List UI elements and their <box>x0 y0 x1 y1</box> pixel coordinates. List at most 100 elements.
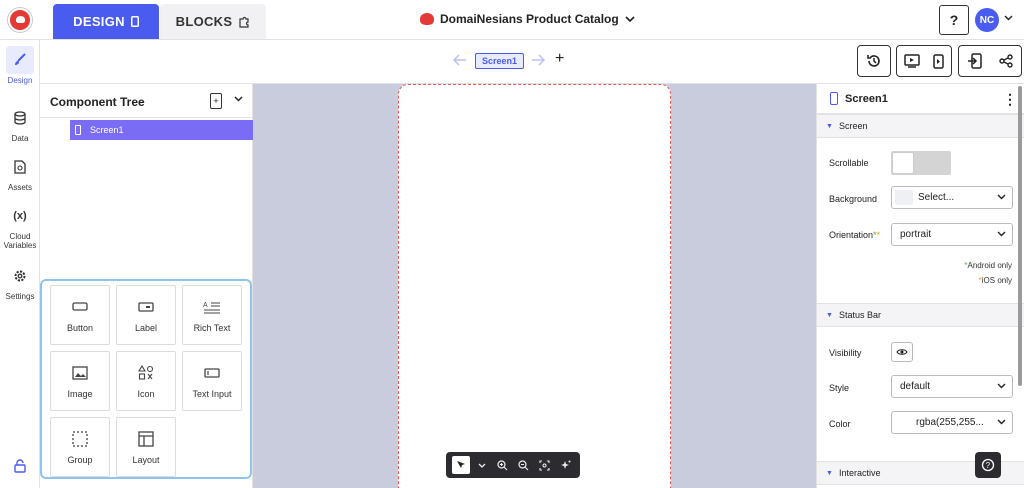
rail-item-data[interactable]: Data <box>0 104 40 143</box>
chevron-down-icon <box>997 192 1006 202</box>
orientation-label-text: Orientation <box>829 230 874 240</box>
zoom-out-icon[interactable] <box>515 456 533 474</box>
rail-item-design[interactable]: Design <box>0 46 40 85</box>
section-status-bar-label: Status Bar <box>839 310 882 320</box>
android-only-note: *Android only <box>964 261 1012 270</box>
orientation-label: Orientation** <box>829 230 881 240</box>
palette-button[interactable]: Button <box>50 285 110 345</box>
back-arrow-icon[interactable] <box>452 53 467 69</box>
label-icon <box>136 297 156 317</box>
database-icon <box>6 104 34 132</box>
preview-desktop-icon[interactable] <box>904 54 920 68</box>
avatar-chevron-icon[interactable] <box>1004 13 1013 24</box>
phone-preview[interactable] <box>398 84 671 488</box>
section-status-bar[interactable]: ▼ Status Bar <box>817 303 1024 327</box>
gear-icon <box>6 262 34 290</box>
add-screen-button[interactable]: + <box>555 50 564 68</box>
palette-label[interactable]: Label <box>116 285 176 345</box>
share-icon[interactable] <box>998 54 1013 68</box>
orientation-select[interactable]: portrait <box>891 223 1013 246</box>
collapse-tree-icon[interactable] <box>234 94 243 105</box>
background-select[interactable]: Select... <box>891 186 1013 209</box>
sparkle-icon[interactable] <box>557 456 575 474</box>
forward-arrow-icon[interactable] <box>531 53 546 69</box>
phone-icon <box>130 16 139 27</box>
unlock-icon <box>6 452 34 480</box>
color-label: Color <box>829 419 851 429</box>
rail-label-settings: Settings <box>5 292 35 301</box>
ios-only-note: *iOS only <box>978 276 1012 285</box>
app-logo[interactable] <box>8 8 32 32</box>
project-name: DomaiNesians Product Catalog <box>440 12 619 26</box>
properties-title: Screen1 <box>845 93 888 105</box>
scrollable-label: Scrollable <box>829 158 869 168</box>
rail-item-settings[interactable]: Settings <box>0 262 40 301</box>
canvas-toolbar: Screen1 + <box>40 40 1024 84</box>
section-screen[interactable]: ▼ Screen <box>817 114 1024 138</box>
blocks-tab[interactable]: BLOCKS <box>160 4 266 39</box>
project-selector[interactable]: DomaiNesians Product Catalog <box>420 12 635 26</box>
variable-icon: (x) <box>6 202 34 230</box>
app-root: DESIGN BLOCKS DomaiNesians Product Catal… <box>0 0 1024 488</box>
properties-header: Screen1 ⋮ <box>817 84 1024 114</box>
history-icon <box>867 55 880 67</box>
more-vertical-icon[interactable]: ⋮ <box>1003 91 1017 108</box>
visibility-button[interactable] <box>891 342 913 362</box>
shapes-icon <box>136 363 156 383</box>
unlock-button[interactable] <box>0 452 40 482</box>
palette-rich-text[interactable]: A Rich Text <box>182 285 242 345</box>
help-button[interactable]: ? <box>939 5 969 35</box>
tree-item-screen1[interactable]: Screen1 <box>70 120 253 140</box>
preview-phone-icon[interactable] <box>933 53 944 69</box>
rail-item-cloud-variables[interactable]: (x) Cloud Variables <box>0 202 40 250</box>
top-bar: DESIGN BLOCKS DomaiNesians Product Catal… <box>0 0 1024 40</box>
file-icon <box>6 153 34 181</box>
history-button[interactable] <box>857 45 891 77</box>
chevron-down-icon[interactable] <box>473 456 491 474</box>
add-component-icon[interactable]: + <box>210 93 222 109</box>
design-tab[interactable]: DESIGN <box>53 4 159 39</box>
palette-label: Rich Text <box>193 323 231 333</box>
left-rail: Design Data Assets (x) Cloud Variables S… <box>0 40 40 488</box>
design-tab-label: DESIGN <box>73 14 125 29</box>
chevron-down-icon <box>997 417 1006 427</box>
palette-layout[interactable]: Layout <box>116 417 176 477</box>
palette-text-input[interactable]: Text Input <box>182 351 242 411</box>
scrollable-toggle[interactable] <box>891 151 951 175</box>
puzzle-icon <box>239 16 249 28</box>
zoom-in-icon[interactable] <box>494 456 512 474</box>
style-select[interactable]: default <box>891 375 1013 398</box>
fit-screen-icon[interactable] <box>536 456 554 474</box>
svg-text:A: A <box>203 302 208 309</box>
tree-item-label: Screen1 <box>90 125 124 135</box>
variable-glyph: (x) <box>13 209 27 222</box>
blocks-tab-label: BLOCKS <box>175 14 233 29</box>
help-fab-button[interactable]: ? <box>975 452 1001 478</box>
palette-group[interactable]: Group <box>50 417 110 477</box>
toggle-knob <box>892 152 914 174</box>
palette-image[interactable]: Image <box>50 351 110 411</box>
svg-text:?: ? <box>986 461 991 470</box>
design-canvas[interactable] <box>253 84 816 488</box>
eye-icon <box>896 349 908 355</box>
image-icon <box>70 363 90 383</box>
ios-only-text: iOS only <box>981 276 1012 285</box>
install-icon[interactable] <box>967 53 982 69</box>
rail-item-assets[interactable]: Assets <box>0 153 40 192</box>
palette-icon[interactable]: Icon <box>116 351 176 411</box>
select-pointer-icon[interactable] <box>451 456 470 474</box>
button-icon <box>70 297 90 317</box>
style-value: default <box>900 381 931 392</box>
group-icon <box>70 429 90 449</box>
chevron-down-icon <box>997 381 1006 391</box>
project-logo-icon <box>420 13 434 25</box>
avatar[interactable]: NC <box>975 8 999 32</box>
component-palette: Button Label A Rich Text Image Icon Text… <box>40 279 252 479</box>
properties-scrollbar[interactable] <box>1018 86 1022 386</box>
plus-icon: + <box>555 50 565 67</box>
palette-label: Label <box>134 323 158 333</box>
section-screen-label: Screen <box>839 121 868 131</box>
properties-panel: Screen1 ⋮ ▼ Screen Scrollable Background… <box>816 84 1024 488</box>
color-select[interactable]: rgba(255,255... <box>891 411 1013 434</box>
screen-selector[interactable]: Screen1 <box>475 53 525 69</box>
